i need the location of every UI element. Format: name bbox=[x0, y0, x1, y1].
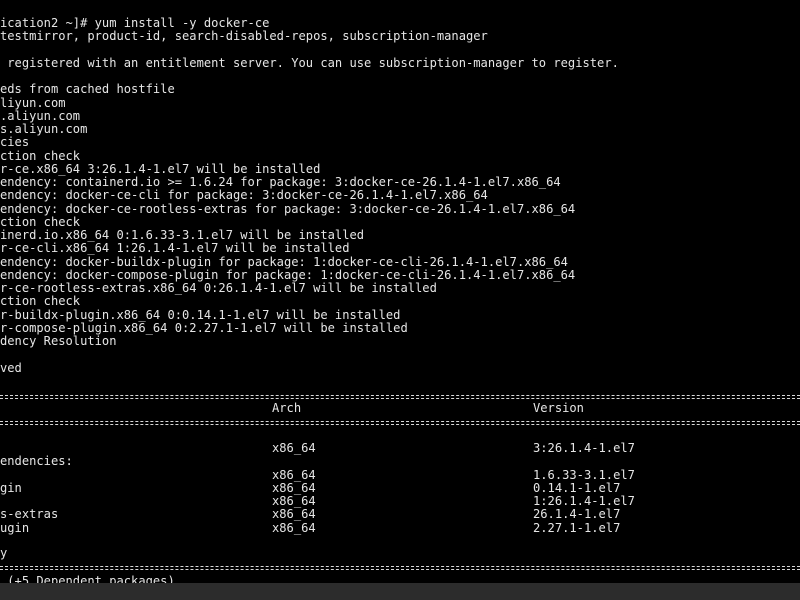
version-cell: 1.6.33-3.1.el7 bbox=[533, 467, 635, 482]
terminal-line: ction check bbox=[0, 214, 81, 229]
table-header-separator bbox=[0, 421, 800, 425]
terminal-line: endency: containerd.io >= 1.6.24 for pac… bbox=[0, 175, 561, 189]
terminal-line: liyun.com bbox=[0, 95, 66, 110]
terminal-line: ction check bbox=[0, 148, 81, 163]
arch-cell: x86_64 bbox=[272, 494, 316, 508]
transaction-summary-label: y bbox=[0, 546, 8, 560]
table-header-version: Version bbox=[533, 401, 584, 415]
version-cell: 26.1.4-1.el7 bbox=[533, 507, 621, 522]
terminal-line: endency: docker-ce-cli for package: 3:do… bbox=[0, 188, 488, 203]
terminal-line: .aliyun.com bbox=[0, 108, 81, 123]
terminal-line: cies bbox=[0, 135, 30, 150]
table-header-arch: Arch bbox=[272, 401, 302, 415]
arch-cell: x86_64 bbox=[272, 520, 316, 535]
install-summary-line: (+5 Dependent packages) bbox=[0, 574, 175, 583]
arch-cell: x86_64 bbox=[272, 441, 316, 455]
terminal-line: dency Resolution bbox=[0, 334, 117, 348]
package-name-cell: gin bbox=[0, 480, 22, 495]
terminal-line: r-ce.x86_64 3:26.1.4-1.el7 will be insta… bbox=[0, 161, 321, 176]
terminal-line: r-buildx-plugin.x86_64 0:0.14.1-1.el7 wi… bbox=[0, 307, 401, 322]
terminal-line: inerd.io.x86_64 0:1.6.33-3.1.el7 will be… bbox=[0, 228, 365, 242]
arch-cell: x86_64 bbox=[272, 507, 316, 522]
version-cell: 0.14.1-1.el7 bbox=[533, 480, 621, 495]
terminal-line: r-ce-cli.x86_64 1:26.1.4-1.el7 will be i… bbox=[0, 241, 350, 256]
arch-cell: x86_64 bbox=[272, 467, 316, 482]
window-bottom-edge bbox=[0, 583, 800, 600]
terminal-line: endency: docker-ce-rootless-extras for p… bbox=[0, 201, 576, 216]
arch-cell: x86_64 bbox=[272, 480, 316, 495]
terminal-line: s.aliyun.com bbox=[0, 122, 88, 136]
terminal-line: testmirror, product-id, search-disabled-… bbox=[0, 29, 488, 44]
version-cell: 2.27.1-1.el7 bbox=[533, 520, 621, 535]
terminal-line: ction check bbox=[0, 294, 81, 309]
package-name-cell: ugin bbox=[0, 520, 30, 535]
package-name-cell: endencies: bbox=[0, 454, 73, 469]
package-name-cell: s-extras bbox=[0, 507, 59, 522]
terminal-line: r-ce-rootless-extras.x86_64 0:26.1.4-1.e… bbox=[0, 281, 437, 295]
terminal-line: eds from cached hostfile bbox=[0, 82, 175, 97]
terminal-line: ved bbox=[0, 360, 22, 375]
summary-separator bbox=[0, 566, 800, 570]
version-cell: 1:26.1.4-1.el7 bbox=[533, 494, 635, 508]
table-top-separator bbox=[0, 395, 800, 399]
terminal-window[interactable]: ication2 ~]# yum install -y docker-ce tes… bbox=[0, 0, 800, 583]
terminal-line: endency: docker-compose-plugin for packa… bbox=[0, 267, 576, 282]
terminal-line: ication2 ~]# yum install -y docker-ce bbox=[0, 16, 270, 30]
version-cell: 3:26.1.4-1.el7 bbox=[533, 441, 635, 455]
terminal-line: r-compose-plugin.x86_64 0:2.27.1-1.el7 w… bbox=[0, 320, 408, 335]
terminal-line: endency: docker-buildx-plugin for packag… bbox=[0, 254, 568, 269]
terminal-line: registered with an entitlement server. Y… bbox=[0, 55, 619, 70]
